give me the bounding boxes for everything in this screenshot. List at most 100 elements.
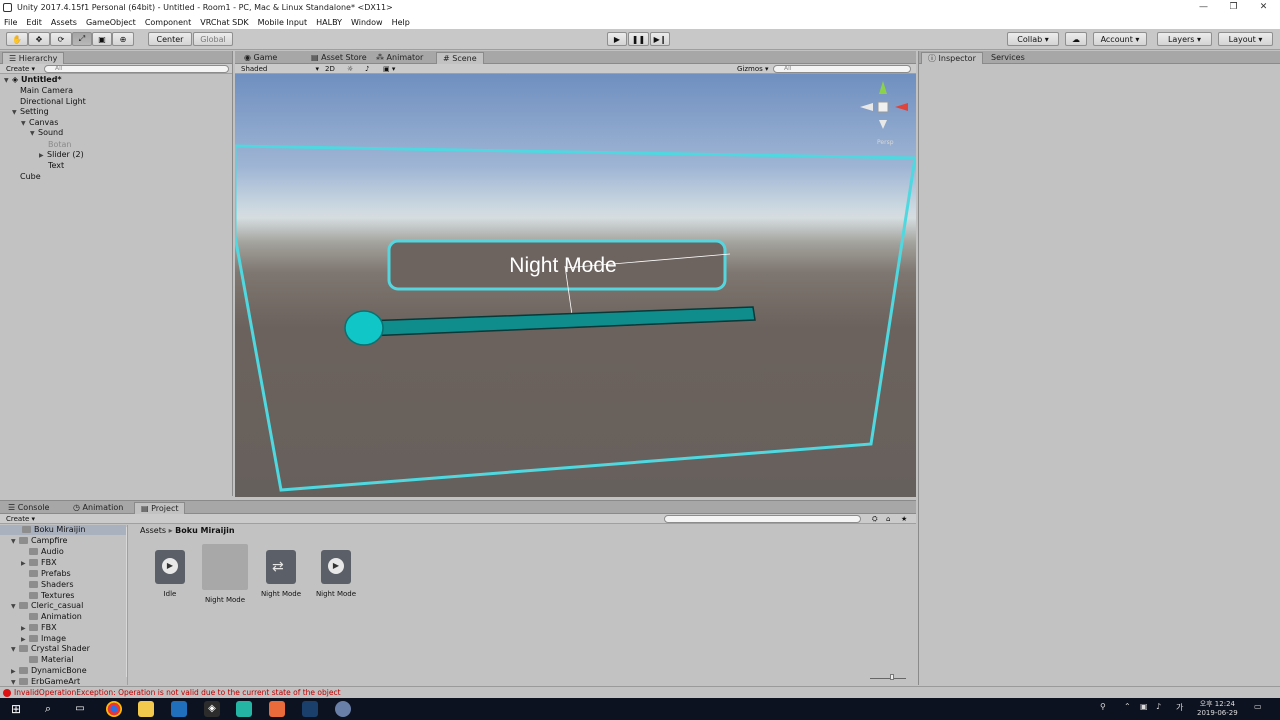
pause-icon[interactable]: ❚❚ [628, 32, 649, 46]
menu-halby[interactable]: HALBY [316, 18, 342, 27]
tray-person-icon[interactable]: ⚲ [1100, 702, 1106, 711]
unity-taskbar-icon[interactable]: ◈ [204, 701, 220, 717]
gizmo-neg-y-cone[interactable] [879, 120, 887, 129]
clock[interactable]: 오후 12:24 2019-06-29 [1197, 700, 1238, 718]
pivot-center-button[interactable]: Center [148, 32, 192, 46]
tab-game[interactable]: ◉ Game [238, 52, 283, 64]
layers-dropdown[interactable]: Layers ▾ [1157, 32, 1212, 46]
asset-night-mode-material[interactable]: Night Mode [200, 544, 250, 604]
tab-hierarchy[interactable]: ☰ Hierarchy [2, 52, 65, 64]
folder-textures[interactable]: Textures [29, 591, 74, 600]
project-create-button[interactable]: Create ▾ [6, 515, 35, 523]
hierarchy-item-canvas[interactable]: ▼ Canvas [21, 118, 58, 127]
folder-erbgameart[interactable]: ▼ ErbGameArt [11, 677, 80, 685]
hierarchy-item-cube[interactable]: Cube [20, 172, 41, 181]
chrome-icon[interactable] [106, 701, 122, 717]
folder-image[interactable]: ▶ Image [21, 634, 66, 643]
gizmo-neg-x-cone[interactable] [860, 103, 873, 111]
tab-animator[interactable]: ⁂ Animator [370, 52, 429, 64]
tab-project[interactable]: ▤ Project [134, 502, 186, 514]
rotate-tool-icon[interactable]: ⟳ [50, 32, 72, 46]
breadcrumb-current[interactable]: Boku Miraijin [175, 526, 234, 535]
menu-gameobject[interactable]: GameObject [86, 18, 136, 27]
task-view-icon[interactable]: ▭ [72, 701, 88, 717]
menu-window[interactable]: Window [351, 18, 383, 27]
menu-mobile-input[interactable]: Mobile Input [258, 18, 308, 27]
sourcetree-icon[interactable] [171, 701, 187, 717]
status-bar[interactable]: InvalidOperationException: Operation is … [0, 686, 1280, 698]
effects-icon[interactable]: ▣ ▾ [383, 65, 395, 73]
transform-tool-icon[interactable]: ⊕ [112, 32, 134, 46]
hand-tool-icon[interactable]: ✋ [6, 32, 28, 46]
folder-material[interactable]: Material [29, 655, 74, 664]
gizmo-center-cube[interactable] [877, 101, 889, 113]
filter-type-icon[interactable]: ⛭ [872, 515, 878, 523]
search-icon[interactable]: ⌕ [40, 701, 56, 717]
tab-asset-store[interactable]: ▤ Asset Store [305, 52, 373, 64]
project-search-input[interactable] [664, 515, 861, 523]
windows-start-icon[interactable]: ⊞ [8, 701, 24, 717]
rect-tool-icon[interactable]: ▣ [92, 32, 112, 46]
tab-animation[interactable]: ◷ Animation [67, 502, 129, 514]
folder-dynamicbone[interactable]: ▶ DynamicBone [11, 666, 87, 675]
tab-scene[interactable]: # Scene [436, 52, 484, 64]
scene-gizmo[interactable]: Persp [860, 81, 908, 146]
shading-dropdown[interactable]: Shaded ▾ [241, 65, 319, 73]
move-tool-icon[interactable]: ✥ [28, 32, 50, 46]
folder-animation[interactable]: Animation [29, 612, 82, 621]
layout-dropdown[interactable]: Layout ▾ [1218, 32, 1273, 46]
maximize-button[interactable]: ❐ [1218, 0, 1249, 15]
tray-ime-icon[interactable]: 가 [1176, 702, 1183, 713]
tray-network-icon[interactable]: ▣ [1140, 702, 1148, 711]
m-app-icon[interactable] [236, 701, 252, 717]
steam-icon[interactable] [302, 701, 318, 717]
folder-shaders[interactable]: Shaders [29, 580, 74, 589]
hierarchy-item-setting[interactable]: ▼ Setting [12, 107, 49, 116]
lighting-icon[interactable]: ☼ [347, 65, 353, 73]
scene-root[interactable]: ▼ ◈ Untitled* [4, 75, 62, 84]
hierarchy-item-main-camera[interactable]: Main Camera [20, 86, 73, 95]
account-dropdown[interactable]: Account ▾ [1093, 32, 1147, 46]
folder-audio[interactable]: Audio [29, 547, 64, 556]
paint-app-icon[interactable] [269, 701, 285, 717]
folder-prefabs[interactable]: Prefabs [29, 569, 71, 578]
menu-vrchat-sdk[interactable]: VRChat SDK [200, 18, 248, 27]
menu-edit[interactable]: Edit [26, 18, 42, 27]
tab-console[interactable]: ☰ Console [2, 502, 55, 514]
pivot-global-button[interactable]: Global [193, 32, 233, 46]
hierarchy-item-botan[interactable]: Botan [48, 140, 72, 149]
folder-cleric-casual[interactable]: ▼ Cleric_casual [11, 601, 83, 610]
menu-assets[interactable]: Assets [51, 18, 77, 27]
zoom-slider[interactable] [870, 674, 906, 680]
tray-up-arrow-icon[interactable]: ⌃ [1124, 702, 1131, 711]
hierarchy-item-directional-light[interactable]: Directional Light [20, 97, 86, 106]
scale-tool-icon[interactable]: ⤢ [72, 32, 92, 46]
mode-2d-button[interactable]: 2D [325, 65, 335, 73]
hierarchy-item-slider[interactable]: ▶ Slider (2) [39, 150, 84, 159]
close-button[interactable]: ✕ [1248, 0, 1279, 15]
notification-icon[interactable]: ▭ [1254, 702, 1262, 711]
slider-fill[interactable] [364, 306, 756, 337]
hierarchy-item-sound[interactable]: ▼ Sound [30, 128, 63, 137]
scene-viewport[interactable]: Night Mode Persp [235, 74, 916, 497]
gizmo-x-cone[interactable] [895, 103, 908, 111]
zoom-slider-thumb[interactable] [890, 674, 894, 680]
hierarchy-create-button[interactable]: Create ▾ [6, 65, 35, 73]
asset-idle[interactable]: ▶ Idle [145, 550, 195, 598]
folder-fbx-2[interactable]: ▶ FBX [21, 623, 57, 632]
menu-component[interactable]: Component [145, 18, 191, 27]
vrchat-icon[interactable] [335, 701, 351, 717]
play-icon[interactable]: ▶ [607, 32, 627, 46]
cloud-icon[interactable]: ☁ [1065, 32, 1087, 46]
hierarchy-item-text[interactable]: Text [48, 161, 64, 170]
menu-help[interactable]: Help [392, 18, 410, 27]
gizmo-y-cone[interactable] [879, 81, 887, 94]
menu-file[interactable]: File [4, 18, 17, 27]
tab-services[interactable]: Services [985, 52, 1031, 64]
tab-inspector[interactable]: ⓘ Inspector [921, 52, 983, 64]
asset-night-mode-clip[interactable]: ▶ Night Mode [311, 550, 361, 598]
scene-canvas[interactable]: Night Mode Persp [235, 74, 916, 497]
folder-tree-scrollbar[interactable] [126, 527, 127, 677]
filter-label-icon[interactable]: ⌂ [886, 515, 890, 523]
audio-icon[interactable]: ♪ [365, 65, 369, 73]
